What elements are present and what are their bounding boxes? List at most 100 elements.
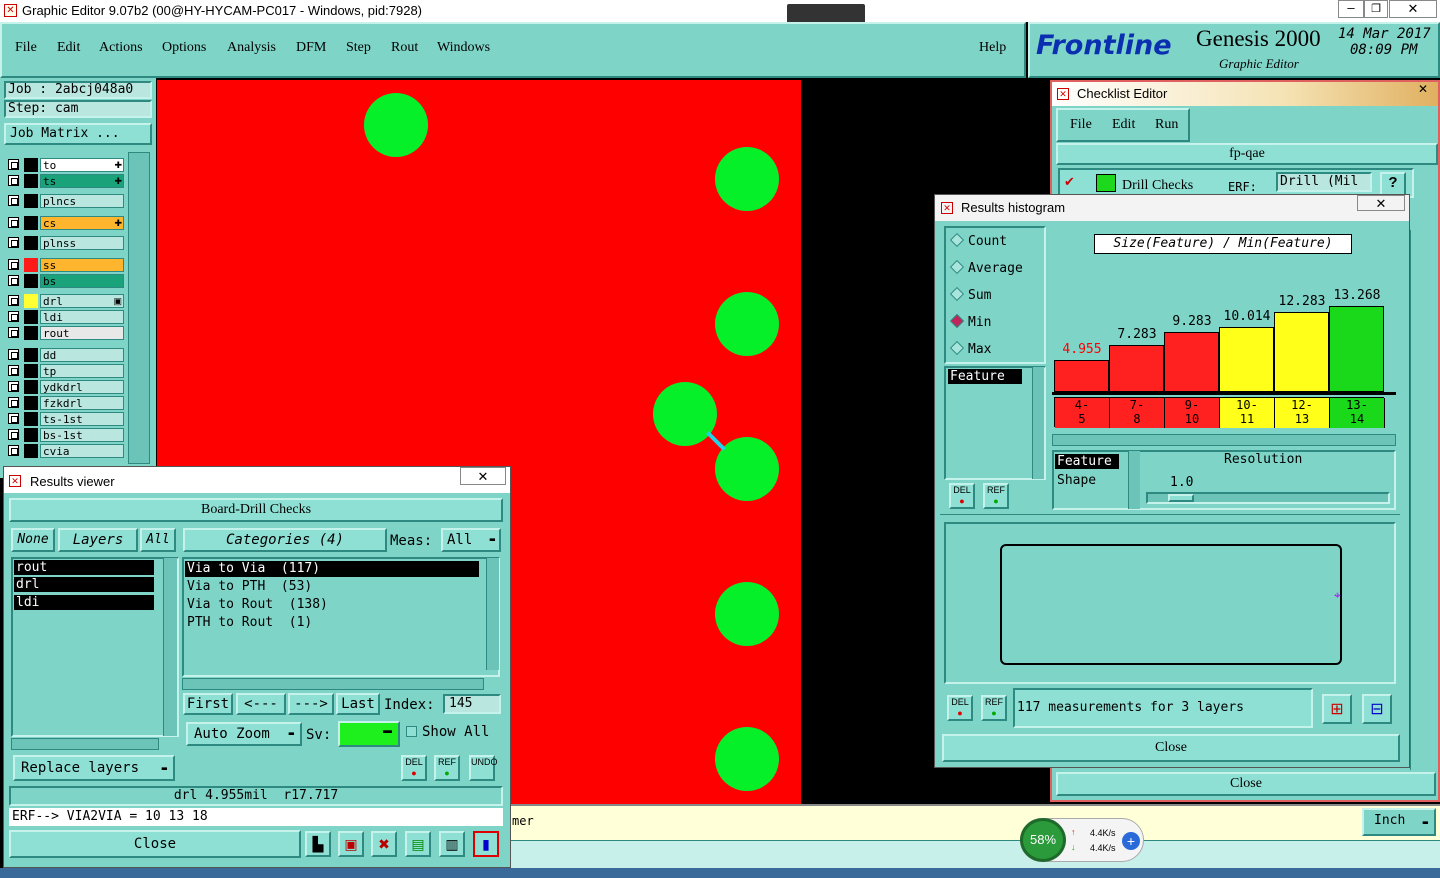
checklist-menu-file[interactable]: File	[1070, 117, 1092, 133]
histogram-bar[interactable]	[1164, 332, 1219, 392]
notes-icon[interactable]: ▥	[439, 831, 465, 857]
layer-color-swatch[interactable]	[24, 216, 38, 230]
layer-row-ts-1st[interactable]: ts-1st	[6, 412, 124, 426]
all-button[interactable]: All	[140, 528, 176, 552]
via-pad[interactable]	[715, 147, 779, 211]
layer-name-label[interactable]: plnss	[40, 236, 124, 250]
layer-color-swatch[interactable]	[24, 380, 38, 394]
resolution-list-scrollbar[interactable]	[1128, 451, 1140, 509]
layer-row-tp[interactable]: tp	[6, 364, 124, 378]
layer-color-swatch[interactable]	[24, 364, 38, 378]
layer-toggle-checkbox[interactable]	[8, 195, 19, 206]
layer-toggle-checkbox[interactable]	[8, 381, 19, 392]
units-selector[interactable]: Inch ▬	[1362, 808, 1436, 836]
plus-icon[interactable]: +	[1122, 832, 1140, 850]
help-button[interactable]: ?	[1380, 172, 1406, 196]
mode-max[interactable]: Max	[949, 340, 991, 357]
layer-row-plnss[interactable]: plnss	[6, 236, 124, 250]
layer-toggle-checkbox[interactable]	[8, 349, 19, 360]
layer-scrollbar[interactable]	[128, 152, 150, 464]
layer-color-swatch[interactable]	[24, 444, 38, 458]
hist-del-icon[interactable]: DEL ●	[949, 483, 975, 509]
layer-toggle-checkbox[interactable]	[8, 175, 19, 186]
layers-button[interactable]: Layers	[58, 528, 138, 552]
histogram-close-button[interactable]: Close	[942, 734, 1400, 762]
layer-name-label[interactable]: fzkdrl	[40, 396, 124, 410]
close-icon[interactable]: ✕	[1357, 195, 1405, 211]
menu-options[interactable]: Options	[162, 40, 206, 56]
auto-zoom-dropdown[interactable]: Auto Zoom ▬	[186, 722, 302, 746]
via-pad[interactable]	[364, 93, 428, 157]
hist-ref-icon[interactable]: REF ●	[983, 483, 1009, 509]
layer-name-label[interactable]: bs-1st	[40, 428, 124, 442]
menu-edit[interactable]: Edit	[57, 40, 80, 56]
menu-dfm[interactable]: DFM	[296, 40, 326, 56]
mode-min[interactable]: Min	[949, 313, 991, 330]
layer-color-swatch[interactable]	[24, 194, 38, 208]
histogram-bar[interactable]	[1109, 345, 1164, 392]
layer-toggle-checkbox[interactable]	[8, 429, 19, 440]
layer-name-label[interactable]: ss	[40, 258, 124, 272]
layer-toggle-checkbox[interactable]	[8, 275, 19, 286]
menu-actions[interactable]: Actions	[99, 40, 143, 56]
category-scrollbar[interactable]	[486, 558, 499, 670]
layer-color-swatch[interactable]	[24, 294, 38, 308]
layer-result-item[interactable]: ldi	[14, 595, 154, 610]
prev-button[interactable]: <---	[236, 693, 286, 715]
layer-row-rout[interactable]: rout	[6, 326, 124, 340]
layer-result-item[interactable]: rout	[14, 560, 154, 575]
green-report-icon[interactable]: ▤	[405, 831, 431, 857]
layer-row-ldi[interactable]: ldi	[6, 310, 124, 324]
layer-name-label[interactable]: to	[40, 158, 124, 172]
close-icon[interactable]: ✕	[460, 467, 506, 485]
layer-color-swatch[interactable]	[24, 348, 38, 362]
category-item[interactable]: Via to Rout (138)	[185, 597, 479, 613]
ref-icon[interactable]: REF ●	[434, 755, 460, 781]
histogram-icon[interactable]: ▮	[473, 831, 499, 857]
layer-toggle-checkbox[interactable]	[8, 365, 19, 376]
layer-row-drl[interactable]: drl ▣	[6, 294, 124, 308]
zoom-out-icon[interactable]: ⊟	[1362, 694, 1392, 724]
layer-color-swatch[interactable]	[24, 258, 38, 272]
index-input[interactable]: 145	[443, 694, 501, 714]
layer-toggle-checkbox[interactable]	[8, 259, 19, 270]
via-pad[interactable]	[653, 382, 717, 446]
menu-help[interactable]: Help	[979, 40, 1006, 56]
last-button[interactable]: Last	[336, 693, 380, 715]
layer-row-plncs[interactable]: plncs	[6, 194, 124, 208]
erf-value[interactable]: Drill (Mil	[1276, 172, 1372, 192]
layer-row-bs-1st[interactable]: bs-1st	[6, 428, 124, 442]
menu-rout[interactable]: Rout	[391, 40, 418, 56]
minimize-button[interactable]: –	[1338, 0, 1364, 18]
menu-windows[interactable]: Windows	[437, 40, 490, 56]
mode-average[interactable]: Average	[949, 259, 1023, 276]
layer-toggle-checkbox[interactable]	[8, 237, 19, 248]
resolution-slider[interactable]	[1146, 492, 1390, 504]
chart-hscrollbar[interactable]	[1052, 434, 1396, 446]
category-item[interactable]: Via to PTH (53)	[185, 579, 479, 595]
layer-color-swatch[interactable]	[24, 174, 38, 188]
menu-file[interactable]: File	[15, 40, 37, 56]
layer-name-label[interactable]: ts-1st	[40, 412, 124, 426]
layer-name-label[interactable]: ldi	[40, 310, 124, 324]
layer-row-dd[interactable]: dd	[6, 348, 124, 362]
maximize-button[interactable]: ❐	[1364, 0, 1388, 18]
feature-option[interactable]: Feature	[1055, 454, 1119, 469]
report-icon[interactable]: ▣	[338, 831, 364, 857]
replace-layers-dropdown[interactable]: Replace layers ▬	[13, 755, 175, 781]
layer-name-label[interactable]: ydkdrl	[40, 380, 124, 394]
sv-color-dropdown[interactable]: ▬	[338, 721, 400, 747]
close-window-button[interactable]: ✕	[1389, 0, 1437, 18]
checklist-menu-edit[interactable]: Edit	[1112, 117, 1135, 133]
layer-color-swatch[interactable]	[24, 326, 38, 340]
layer-row-ss[interactable]: ss	[6, 258, 124, 272]
layer-color-swatch[interactable]	[24, 396, 38, 410]
layer-row-cs[interactable]: cs ✚	[6, 216, 124, 230]
checklist-close-button[interactable]: Close	[1056, 772, 1436, 796]
job-matrix-button[interactable]: Job Matrix ...	[4, 123, 152, 145]
histogram-bar[interactable]	[1219, 327, 1274, 392]
checklist-menu-run[interactable]: Run	[1155, 117, 1178, 133]
hist-del-icon-2[interactable]: DEL ●	[947, 695, 973, 721]
layer-color-swatch[interactable]	[24, 158, 38, 172]
category-item[interactable]: PTH to Rout (1)	[185, 615, 479, 631]
